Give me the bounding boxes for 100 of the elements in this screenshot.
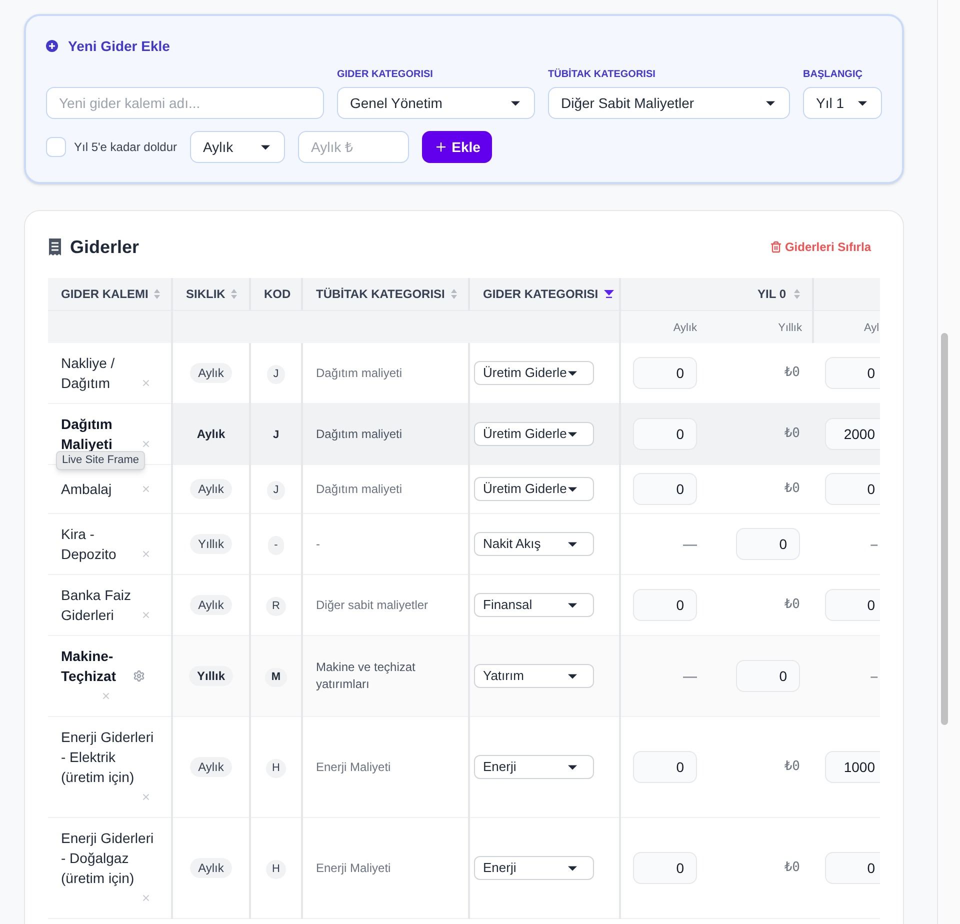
amount-input[interactable]: 0 xyxy=(825,357,880,389)
add-button[interactable]: Ekle xyxy=(422,131,492,163)
trash-icon xyxy=(770,241,782,253)
empty-dash: – xyxy=(870,666,878,686)
column-header[interactable]: YIL 0 xyxy=(620,278,813,310)
expense-name: Makine-Teçhizat xyxy=(61,647,117,686)
yearly-total: ₺0 xyxy=(784,859,800,878)
category-select[interactable]: Genel Yönetim xyxy=(337,87,535,119)
tubitak-category: Dağıtım maliyeti xyxy=(316,364,404,382)
frequency-select[interactable]: Aylık xyxy=(190,131,286,163)
expense-name-input[interactable]: Yeni gider kalemi adı... xyxy=(46,87,324,119)
yearly-total: ₺0 xyxy=(784,364,800,382)
field-label: BAŞLANGIÇ xyxy=(803,69,864,81)
amount-input[interactable]: 0 xyxy=(633,418,697,450)
section-title: Giderler xyxy=(70,236,140,258)
caret-icon xyxy=(568,542,577,546)
column-header[interactable]: GIDER KATEGORISI xyxy=(469,278,620,310)
scrollbar-thumb[interactable] xyxy=(941,333,948,725)
close-icon[interactable] xyxy=(141,439,151,449)
start-year-select[interactable]: Yıl 1 xyxy=(803,87,882,119)
amount-input[interactable]: 0 xyxy=(633,473,697,505)
amount-input[interactable]: Aylık ₺ xyxy=(298,131,410,163)
caret-icon xyxy=(568,432,577,436)
frequency-badge: Yıllık xyxy=(188,666,233,686)
amount-input[interactable]: 1000 xyxy=(825,751,880,783)
close-icon[interactable] xyxy=(141,549,151,559)
tubitak-category: Dağıtım maliyeti xyxy=(316,426,404,442)
amount-input[interactable]: 2000 xyxy=(825,418,880,450)
amount-input[interactable]: 0 xyxy=(825,852,880,884)
category-select[interactable]: Enerji xyxy=(474,856,594,880)
frequency-badge: Aylık xyxy=(190,479,232,499)
column-header[interactable]: SIKLIK xyxy=(172,278,250,310)
amount-input[interactable]: 0 xyxy=(825,473,880,505)
amount-input[interactable]: 0 xyxy=(633,852,697,884)
tubitak-category-select[interactable]: Diğer Sabit Maliyetler xyxy=(548,87,790,119)
empty-dash: — xyxy=(683,534,697,554)
field-label: GIDER KATEGORISI xyxy=(337,69,434,81)
caret-icon xyxy=(568,674,577,678)
frequency-badge: Aylık xyxy=(190,757,232,777)
subcolumn-header: Aylık xyxy=(673,322,697,334)
amount-input[interactable]: 0 xyxy=(633,357,697,389)
close-icon[interactable] xyxy=(141,378,151,388)
column-header: KOD xyxy=(250,278,302,310)
close-icon[interactable] xyxy=(141,610,151,620)
tubitak-category: - xyxy=(316,536,321,552)
expense-name: Ambalaj xyxy=(61,480,113,499)
close-icon[interactable] xyxy=(141,893,151,903)
expense-name: Enerji Giderleri - Elektrik (üretim için) xyxy=(61,728,155,787)
column-header[interactable]: GIDER KALEMI xyxy=(48,278,172,310)
caret-icon xyxy=(511,100,520,106)
amount-input[interactable]: 0 xyxy=(825,589,880,621)
amount-input[interactable]: 0 xyxy=(633,589,697,621)
subcolumn-header: Ayl xyxy=(864,322,880,334)
close-icon[interactable] xyxy=(141,792,151,802)
category-select[interactable]: Üretim Giderle xyxy=(474,422,594,446)
caret-icon xyxy=(568,866,577,870)
code-badge: M xyxy=(265,668,287,686)
amount-input[interactable]: 0 xyxy=(736,660,800,692)
tubitak-category: Dağıtım maliyeti xyxy=(316,480,404,498)
frequency-badge: Aylık xyxy=(190,595,232,615)
yearly-total: ₺0 xyxy=(784,758,800,776)
checkbox[interactable] xyxy=(46,137,66,157)
expense-name: Dağıtım Maliyeti xyxy=(61,415,114,454)
frequency-badge: Yıllık xyxy=(190,534,232,554)
close-icon[interactable] xyxy=(101,691,111,701)
frequency-badge: Aylık xyxy=(190,858,232,878)
category-select[interactable]: Finansal xyxy=(474,593,594,617)
frequency-badge: Aylık xyxy=(190,363,232,383)
code-badge: - xyxy=(268,536,284,554)
yearly-total: ₺0 xyxy=(784,425,800,444)
panel-title: Yeni Gider Ekle xyxy=(68,36,170,56)
expense-name: Enerji Giderleri - Doğalgaz (üretim için) xyxy=(61,829,155,888)
column-header[interactable]: TÜBİTAK KATEGORISI xyxy=(302,278,469,310)
expense-name: Kira - Depozito xyxy=(61,525,118,564)
plus-circle-icon xyxy=(46,40,58,52)
category-select[interactable]: Nakit Akış xyxy=(474,532,594,556)
code-badge: H xyxy=(266,860,286,878)
yearly-total: ₺0 xyxy=(784,596,800,614)
caret-icon xyxy=(568,764,577,770)
amount-input[interactable]: 0 xyxy=(633,751,697,783)
checkbox-label: Yıl 5'e kadar doldur xyxy=(74,139,178,156)
code-badge: H xyxy=(266,759,286,778)
tubitak-category: Diğer sabit maliyetler xyxy=(316,596,430,614)
tooltip: Live Site Frame xyxy=(56,451,146,470)
code-badge: J xyxy=(267,365,285,384)
caret-icon xyxy=(858,100,867,106)
plus-icon xyxy=(434,140,448,154)
subcolumn-header: Yıllık xyxy=(778,322,802,334)
category-select[interactable]: Enerji xyxy=(474,755,594,779)
amount-input[interactable]: 0 xyxy=(736,528,800,560)
category-select[interactable]: Yatırım xyxy=(474,664,594,688)
tubitak-category: Enerji Maliyeti xyxy=(316,860,392,876)
code-badge: J xyxy=(267,481,285,500)
frequency-badge: Aylık xyxy=(188,424,234,444)
settings-icon[interactable] xyxy=(133,670,145,682)
category-select[interactable]: Üretim Giderle xyxy=(474,477,594,501)
expense-name: Nakliye / Dağıtım xyxy=(61,354,116,393)
category-select[interactable]: Üretim Giderle xyxy=(474,361,594,385)
field-label: TÜBİTAK KATEGORISI xyxy=(548,69,656,81)
close-icon[interactable] xyxy=(141,484,151,494)
